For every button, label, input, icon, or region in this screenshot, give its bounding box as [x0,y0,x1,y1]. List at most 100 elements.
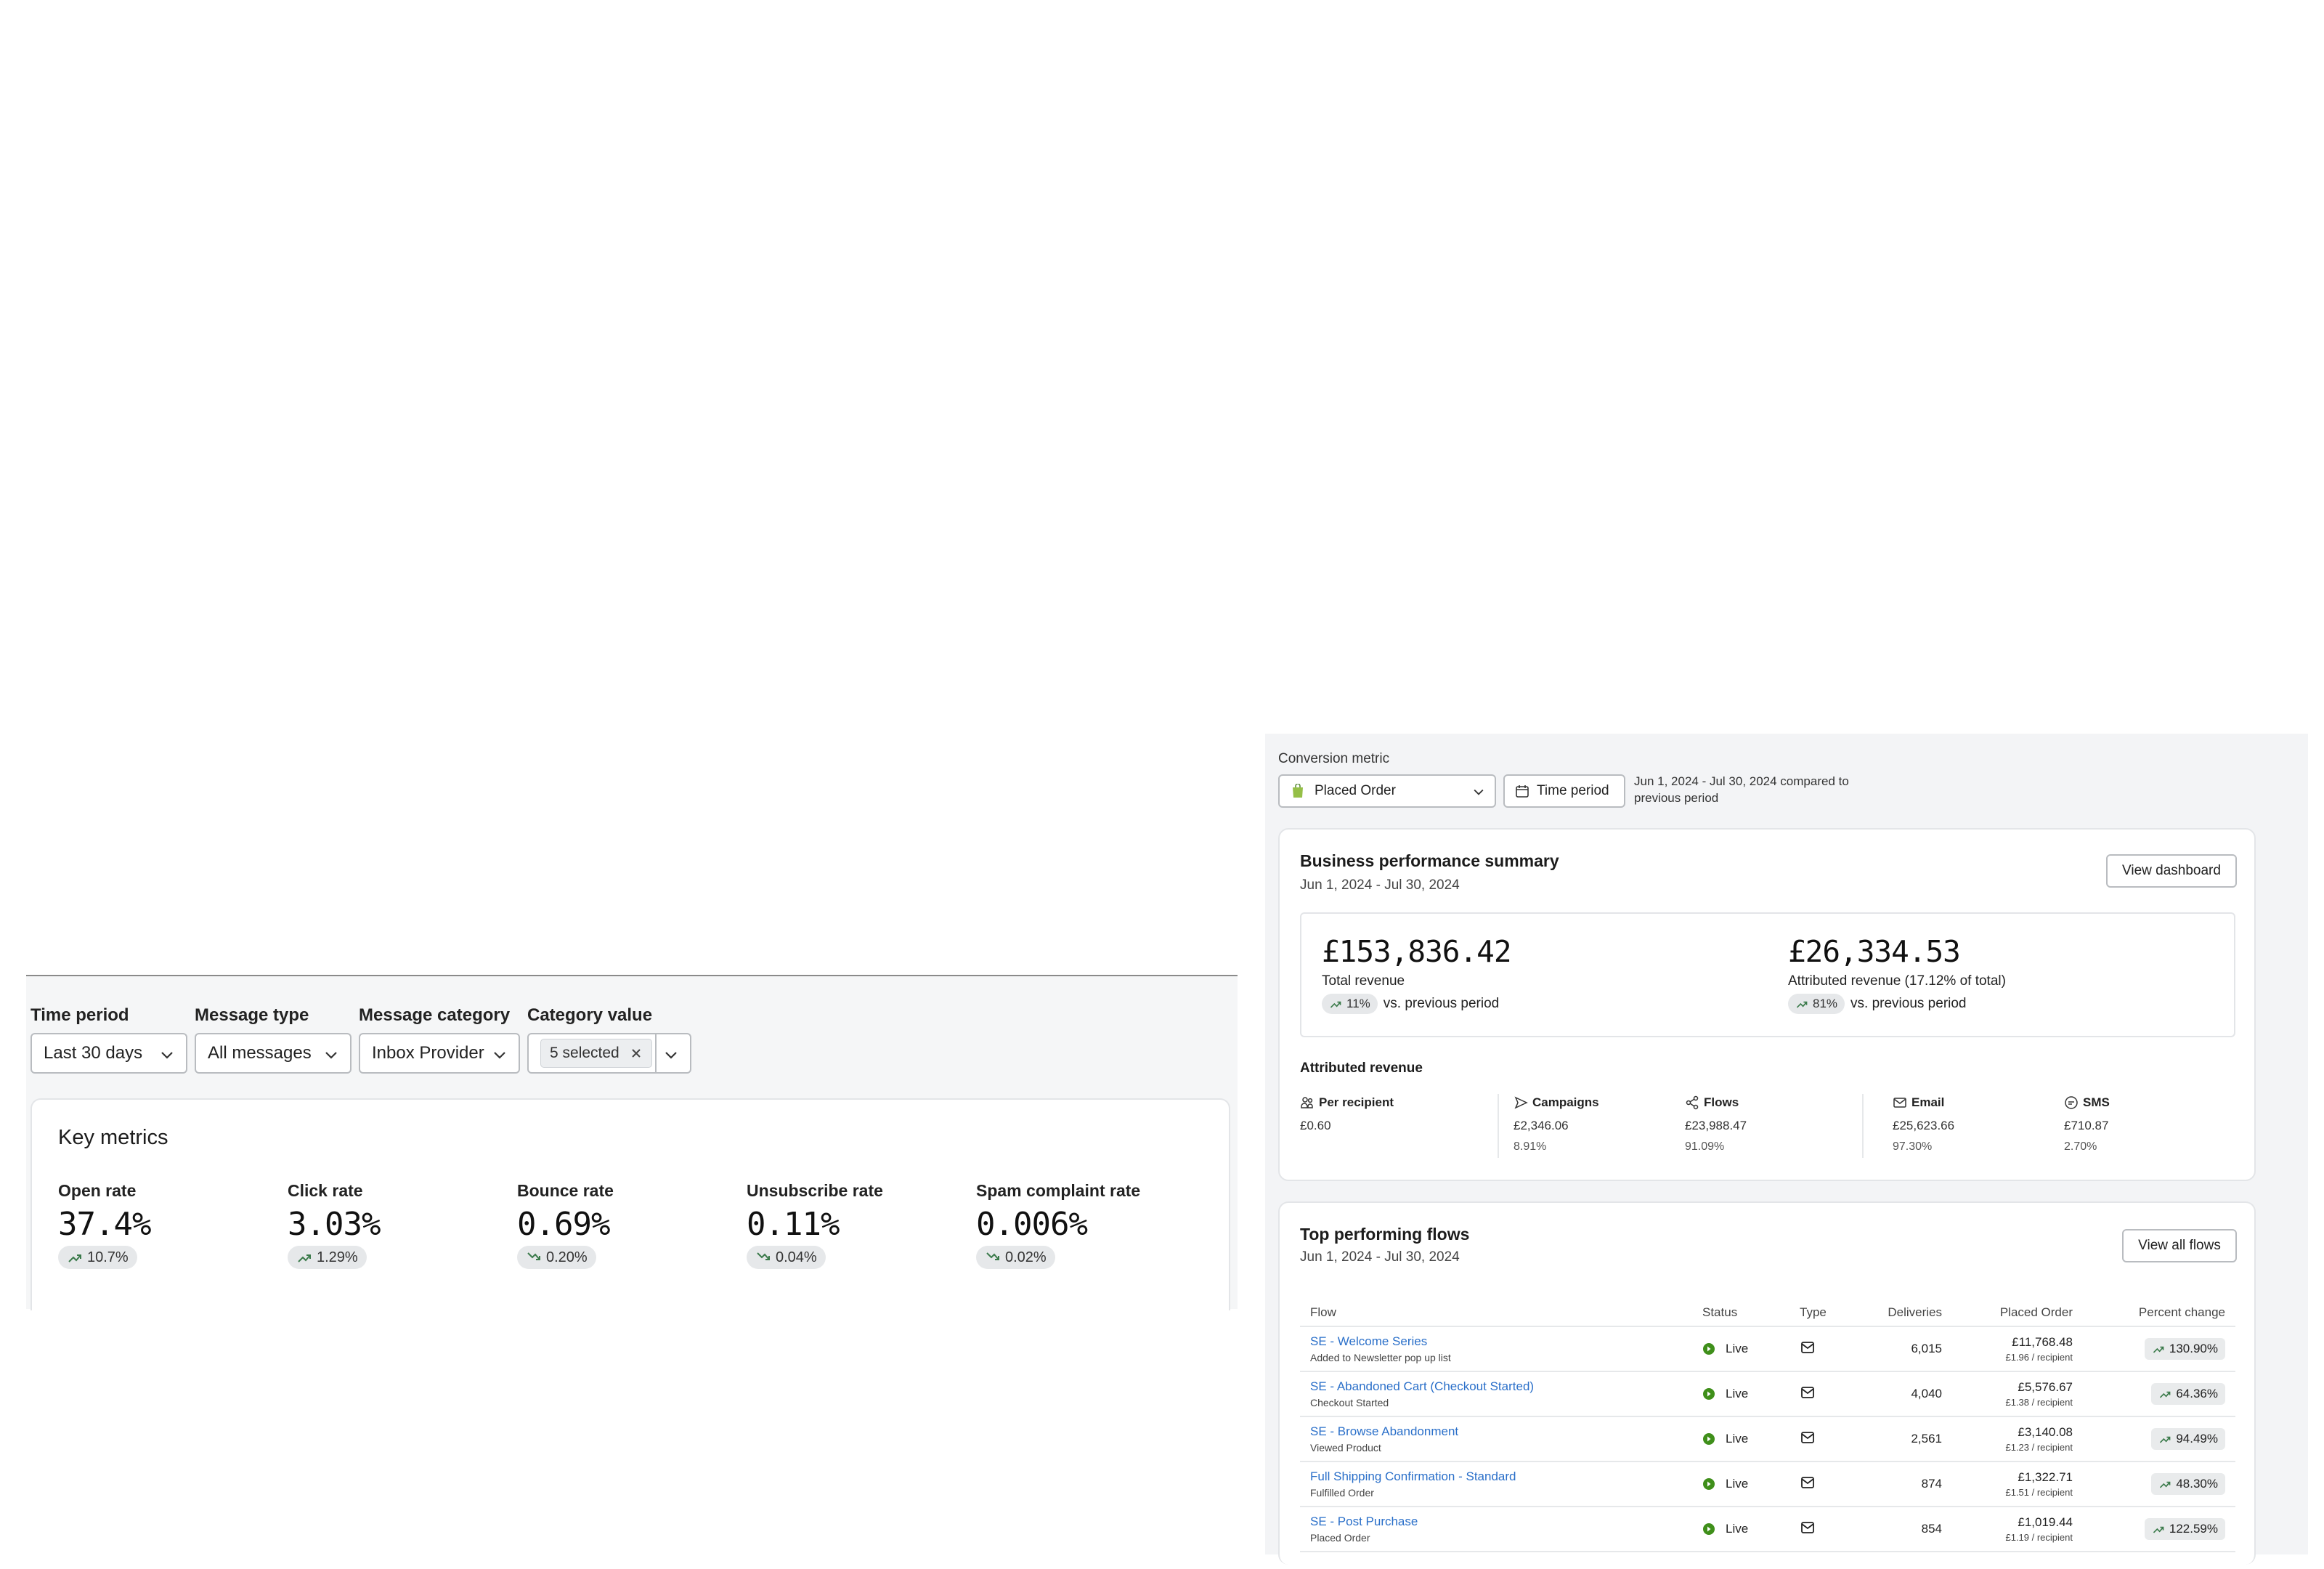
trend-up-icon [298,1254,311,1262]
attributed-column-label: Flows [1704,1095,1739,1109]
metric-value: 3.03% [288,1206,381,1243]
vs-label: vs. previous period [1383,996,1500,1011]
message-type-select[interactable]: All messages [195,1033,352,1074]
table-row[interactable]: SE - Welcome Series Added to Newsletter p… [1300,1326,2235,1372]
status-cell: Live [1692,1416,1789,1462]
attributed-revenue-change: 81% vs. previous period [1788,994,2006,1014]
placed-order-cell: £5,576.67 £1.38 / recipient [1952,1371,2083,1417]
per-recipient-value: £1.19 / recipient [2005,1532,2073,1543]
table-row[interactable]: SE - Browse Abandonment Viewed Product Liv… [1300,1416,2235,1462]
change-value: 48.30% [2176,1477,2218,1491]
mail-icon [1801,1341,1814,1353]
status-badge: Live [1702,1522,1779,1536]
flow-cell: SE - Browse Abandonment Viewed Product [1300,1416,1692,1462]
message-category-value: Inbox Provider [372,1043,484,1063]
view-all-flows-button[interactable]: View all flows [2122,1229,2237,1262]
deliveries-cell: 874 [1855,1461,1952,1507]
type-cell [1789,1326,1855,1372]
flow-link[interactable]: SE - Abandoned Cart (Checkout Started) [1310,1379,1682,1394]
flow-cell: SE - Post Purchase Placed Order [1300,1507,1692,1552]
mail-icon [1801,1386,1814,1398]
message-type-label: Message type [195,1005,309,1025]
attributed-column-head: Campaigns [1514,1095,1599,1110]
time-period-label: Time period [31,1005,129,1025]
percent-change-cell: 48.30% [2083,1461,2235,1507]
flow-link[interactable]: SE - Browse Abandonment [1310,1424,1682,1439]
time-period-value: Last 30 days [44,1043,143,1063]
chevron-down-icon [325,1052,337,1059]
per-recipient-value: £1.96 / recipient [2005,1352,2073,1363]
trend-up-icon [2153,1526,2164,1533]
chevron-down-icon[interactable] [662,1046,680,1063]
change-value: 130.90% [2169,1342,2218,1355]
placed-order-cell: £1,322.71 £1.51 / recipient [1952,1461,2083,1507]
attributed-column-head: Per recipient [1300,1095,1394,1110]
change-pill: 0.02% [976,1246,1055,1269]
conversion-metric-value: Placed Order [1315,783,1396,798]
revenue-totals-box: £153,836.42 Total revenue 11% vs. previo… [1300,912,2235,1037]
view-dashboard-button[interactable]: View dashboard [2106,854,2237,888]
change-value: 122.59% [2169,1522,2218,1536]
change-value: 0.04% [776,1249,817,1265]
attributed-column-label: Per recipient [1319,1095,1394,1109]
change-pill: 94.49% [2151,1428,2225,1450]
attributed-column-label: Campaigns [1532,1095,1599,1109]
close-icon[interactable] [630,1047,643,1060]
table-row[interactable]: Full Shipping Confirmation - Standard Ful… [1300,1461,2235,1507]
flow-trigger: Checkout Started [1310,1397,1389,1408]
people-icon [1301,1097,1313,1108]
comparison-note: Jun 1, 2024 - Jul 30, 2024 compared to p… [1634,774,1849,805]
trend-up-icon [2153,1346,2164,1353]
category-value-label: Category value [527,1005,653,1025]
attributed-column-value: £0.60 [1300,1119,1331,1132]
flow-link[interactable]: SE - Welcome Series [1310,1334,1682,1349]
time-period-button[interactable]: Time period [1503,774,1625,808]
chevron-down-icon [1474,789,1484,795]
metric-item: Bounce rate 0.69% 0.20% [517,1181,735,1269]
flows-title: Top performing flows [1300,1225,1470,1244]
trend-down-icon [986,1252,999,1260]
deliveries-cell: 4,040 [1855,1371,1952,1417]
attributed-column: Email £25,623.66 97.30% [1893,1095,1954,1154]
flow-trigger: Fulfilled Order [1310,1487,1374,1499]
table-header-row: Flow Status Type Deliveries Placed Order… [1300,1299,2235,1327]
trend-down-icon [527,1252,540,1260]
type-cell [1789,1371,1855,1417]
attributed-column-share: 8.91% [1514,1140,1547,1153]
status-badge: Live [1702,1432,1779,1446]
mail-icon [1893,1098,1906,1108]
trend-up-icon [1796,1001,1808,1008]
business-summary-card: Business performance summary Jun 1, 2024… [1278,828,2256,1181]
change-value: 0.20% [546,1249,588,1265]
percent-change-cell: 130.90% [2083,1326,2235,1372]
summary-date-range: Jun 1, 2024 - Jul 30, 2024 [1300,877,1460,893]
attributed-column-value: £25,623.66 [1893,1119,1955,1132]
chevron-down-icon [494,1052,505,1059]
header-type: Type [1789,1299,1855,1327]
deliveries-value: 4,040 [1911,1387,1942,1400]
change-value: 81% [1813,997,1838,1010]
flow-link[interactable]: Full Shipping Confirmation - Standard [1310,1469,1682,1484]
message-category-select[interactable]: Inbox Provider [359,1033,520,1074]
trend-up-icon [2160,1436,2171,1443]
time-period-select[interactable]: Last 30 days [31,1033,187,1074]
vs-label: vs. previous period [1850,996,1967,1011]
status-cell: Live [1692,1507,1789,1552]
table-row[interactable]: SE - Post Purchase Placed Order Live 854 £1,… [1300,1507,2235,1552]
attributed-column-value: £23,988.47 [1685,1119,1747,1132]
status-label: Live [1726,1432,1749,1446]
trend-down-icon [757,1252,770,1260]
flows-table: Flow Status Type Deliveries Placed Order… [1300,1299,2235,1552]
metric-item: Open rate 37.4% 10.7% [58,1181,276,1269]
key-metrics-card: Key metrics Open rate 37.4% 10.7% Click rat… [31,1098,1230,1310]
category-value-select[interactable]: 5 selected [527,1033,691,1074]
type-cell [1789,1507,1855,1552]
live-status-icon [1703,1478,1715,1490]
flow-link[interactable]: SE - Post Purchase [1310,1515,1682,1529]
status-badge: Live [1702,1387,1779,1401]
deliveries-cell: 2,561 [1855,1416,1952,1462]
conversion-metric-select[interactable]: Placed Order [1278,774,1496,808]
table-row[interactable]: SE - Abandoned Cart (Checkout Started) Ch… [1300,1371,2235,1417]
change-value: 10.7% [87,1249,129,1265]
total-revenue: £153,836.42 Total revenue 11% vs. previo… [1322,934,1512,1014]
